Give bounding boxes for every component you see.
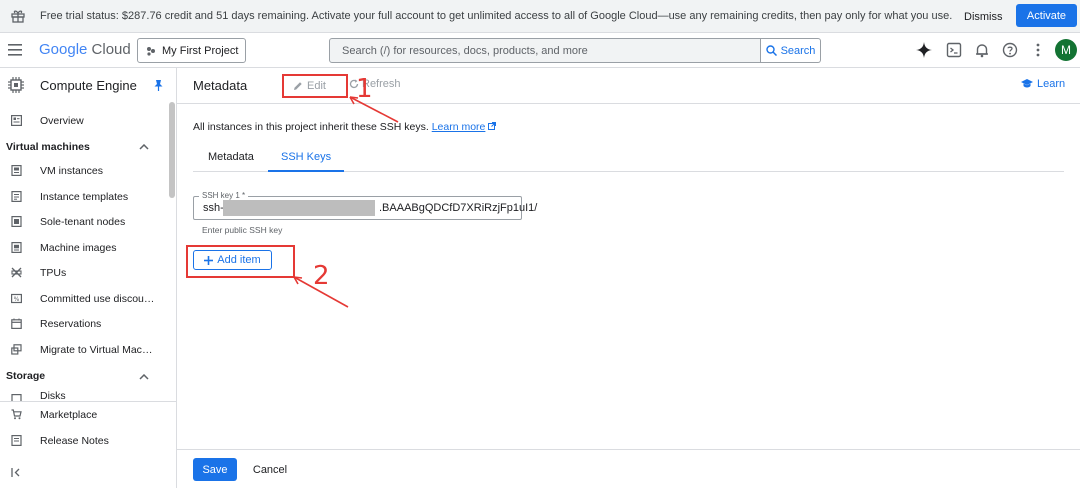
calendar-icon bbox=[11, 318, 22, 329]
sidebar-item-committed-use[interactable]: % Committed use discou… bbox=[0, 287, 168, 311]
sidebar-item-instance-templates[interactable]: Instance templates bbox=[0, 185, 168, 209]
learn-more-link[interactable]: Learn more bbox=[432, 121, 486, 133]
top-bar: Google Cloud My First Project Search (/)… bbox=[0, 33, 1080, 68]
section-storage[interactable]: Storage bbox=[6, 370, 45, 382]
sidebar-item-migrate[interactable]: Migrate to Virtual Mach… bbox=[0, 338, 168, 362]
svg-text:%: % bbox=[14, 296, 20, 303]
inherit-info: All instances in this project inherit th… bbox=[193, 121, 497, 133]
save-button[interactable]: Save bbox=[193, 458, 237, 481]
vm-icon bbox=[11, 165, 22, 176]
sidebar-item-machine-images[interactable]: Machine images bbox=[0, 236, 168, 260]
sidebar-scrollbar[interactable] bbox=[169, 102, 175, 198]
project-name: My First Project bbox=[162, 44, 239, 57]
notes-icon bbox=[11, 435, 22, 446]
sidebar-item-label: Disks bbox=[40, 390, 66, 401]
search-button-label: Search bbox=[780, 44, 816, 57]
tpu-icon bbox=[11, 267, 22, 278]
sidebar-item-label: VM instances bbox=[40, 165, 104, 177]
search-icon bbox=[765, 45, 777, 56]
annotation-box-add-item bbox=[186, 245, 295, 278]
cloud-shell-icon[interactable] bbox=[946, 42, 962, 58]
sidebar-item-sole-tenant-nodes[interactable]: Sole-tenant nodes bbox=[0, 210, 168, 234]
disk-icon bbox=[11, 394, 22, 401]
sidebar-item-label: TPUs bbox=[40, 267, 67, 279]
gemini-icon[interactable] bbox=[916, 42, 932, 58]
annotation-box-edit bbox=[282, 74, 348, 98]
sidebar-item-label: Instance templates bbox=[40, 191, 129, 203]
sidebar-item-label: Overview bbox=[40, 115, 84, 127]
learn-label: Learn bbox=[1037, 78, 1066, 90]
menu-icon[interactable] bbox=[8, 44, 22, 56]
template-icon bbox=[11, 191, 22, 202]
chevron-up-icon[interactable] bbox=[139, 374, 149, 380]
sidebar-item-reservations[interactable]: Reservations bbox=[0, 312, 168, 336]
sidebar-item-label: Sole-tenant nodes bbox=[40, 216, 126, 228]
sidebar: Compute Engine Overview Virtual machines… bbox=[0, 68, 177, 488]
annotation-number-1: 1 bbox=[356, 74, 373, 104]
trial-banner: Free trial status: $287.76 credit and 51… bbox=[0, 0, 1080, 33]
redacted-key-mask bbox=[223, 200, 375, 216]
cancel-button[interactable]: Cancel bbox=[249, 458, 291, 481]
school-icon bbox=[1021, 79, 1033, 88]
ssh-key-prefix: ssh- bbox=[203, 202, 224, 214]
header-divider bbox=[177, 103, 1080, 104]
sidebar-item-release-notes[interactable]: Release Notes bbox=[0, 429, 168, 453]
tab-bar: Metadata SSH Keys bbox=[193, 147, 1064, 172]
chevron-up-icon[interactable] bbox=[139, 144, 149, 150]
sidebar-footer bbox=[0, 401, 176, 402]
external-link-icon[interactable] bbox=[488, 122, 497, 130]
sidebar-item-label: Machine images bbox=[40, 242, 117, 254]
sidebar-item-label: Release Notes bbox=[40, 435, 109, 447]
sidebar-header: Compute Engine bbox=[0, 68, 176, 102]
tab-ssh-keys[interactable]: SSH Keys bbox=[267, 151, 345, 172]
project-icon bbox=[147, 46, 155, 56]
sidebar-item-marketplace[interactable]: Marketplace bbox=[0, 403, 168, 427]
ssh-key-suffix: .BAAABgQDCfD7XRiRzjFp1uI1/ bbox=[379, 202, 538, 214]
sidebar-item-disks[interactable]: Disks bbox=[0, 389, 168, 401]
page-title: Metadata bbox=[193, 78, 248, 93]
sidebar-item-tpus[interactable]: TPUs bbox=[0, 261, 168, 285]
help-icon[interactable] bbox=[1002, 42, 1018, 58]
discount-icon: % bbox=[11, 293, 22, 304]
form-footer bbox=[177, 449, 1080, 450]
collapse-sidebar-icon[interactable] bbox=[11, 468, 22, 477]
sidebar-item-label: Committed use discou… bbox=[40, 293, 155, 305]
compute-engine-icon bbox=[8, 77, 24, 93]
section-virtual-machines[interactable]: Virtual machines bbox=[6, 141, 90, 153]
node-icon bbox=[11, 216, 22, 227]
search-button[interactable]: Search bbox=[761, 38, 821, 63]
pin-icon[interactable] bbox=[154, 80, 163, 91]
migrate-icon bbox=[11, 344, 22, 355]
ssh-key-hint: Enter public SSH key bbox=[202, 225, 283, 235]
sidebar-item-overview[interactable]: Overview bbox=[0, 109, 168, 133]
search-input[interactable]: Search (/) for resources, docs, products… bbox=[329, 38, 761, 63]
project-picker[interactable]: My First Project bbox=[137, 38, 246, 63]
tab-metadata[interactable]: Metadata bbox=[208, 151, 254, 172]
gift-icon bbox=[11, 10, 25, 23]
trial-status-text: Free trial status: $287.76 credit and 51… bbox=[40, 10, 953, 22]
overview-icon bbox=[11, 115, 22, 126]
notifications-icon[interactable] bbox=[974, 42, 990, 58]
avatar[interactable]: M bbox=[1055, 39, 1077, 61]
ssh-key-field-label: SSH key 1 * bbox=[199, 191, 249, 200]
logo-google: Google bbox=[39, 41, 88, 58]
sidebar-item-vm-instances[interactable]: VM instances bbox=[0, 159, 168, 183]
activate-button[interactable]: Activate bbox=[1016, 4, 1077, 27]
inherit-text: All instances in this project inherit th… bbox=[193, 121, 429, 133]
sidebar-item-label: Reservations bbox=[40, 318, 102, 330]
ssh-key-field[interactable]: SSH key 1 * ssh- .BAAABgQDCfD7XRiRzjFp1u… bbox=[193, 191, 537, 220]
learn-button[interactable]: Learn bbox=[1021, 78, 1065, 90]
annotation-number-2: 2 bbox=[313, 261, 330, 291]
product-title: Compute Engine bbox=[40, 78, 137, 93]
dismiss-button[interactable]: Dismiss bbox=[955, 6, 1012, 28]
cart-icon bbox=[11, 409, 22, 420]
sidebar-item-label: Marketplace bbox=[40, 409, 98, 421]
image-icon bbox=[11, 242, 22, 253]
logo-cloud: Cloud bbox=[91, 41, 131, 58]
sidebar-item-label: Migrate to Virtual Mach… bbox=[40, 344, 158, 356]
more-vert-icon[interactable] bbox=[1030, 42, 1046, 58]
google-cloud-logo[interactable]: Google Cloud bbox=[39, 41, 131, 58]
